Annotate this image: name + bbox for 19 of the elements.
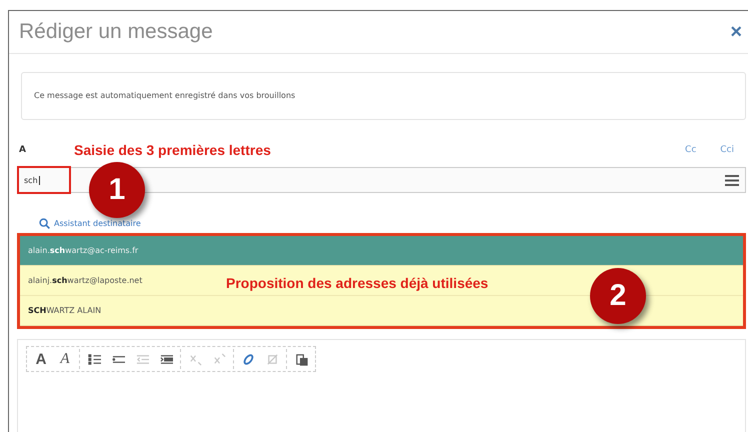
link-icon[interactable] <box>242 352 254 366</box>
info-message: Ce message est automatiquement enregistré dans vos brouillons <box>21 72 746 120</box>
annotation-text: Saisie des 3 premières lettres <box>74 142 271 158</box>
number-badge: 1 <box>89 162 145 218</box>
annotation-text: Proposition des adresses déjà utilisées <box>226 275 488 291</box>
input-value: sch <box>24 176 40 184</box>
number-badge: 2 <box>590 268 646 324</box>
italic-button[interactable]: A <box>53 349 77 369</box>
indent-icon[interactable] <box>160 352 172 366</box>
numbered-list-icon[interactable] <box>88 352 100 366</box>
menu-icon[interactable] <box>725 174 739 186</box>
bold-button[interactable]: A <box>29 349 53 369</box>
field-label: A <box>19 145 27 155</box>
close-button[interactable]: × <box>728 20 744 44</box>
paste-icon[interactable] <box>294 352 308 366</box>
text-editor[interactable]: A A <box>17 339 746 432</box>
window-title: Rédiger un message <box>19 20 213 44</box>
assistant-link[interactable]: Assistant destinataire <box>39 217 746 229</box>
search-icon <box>39 218 50 228</box>
